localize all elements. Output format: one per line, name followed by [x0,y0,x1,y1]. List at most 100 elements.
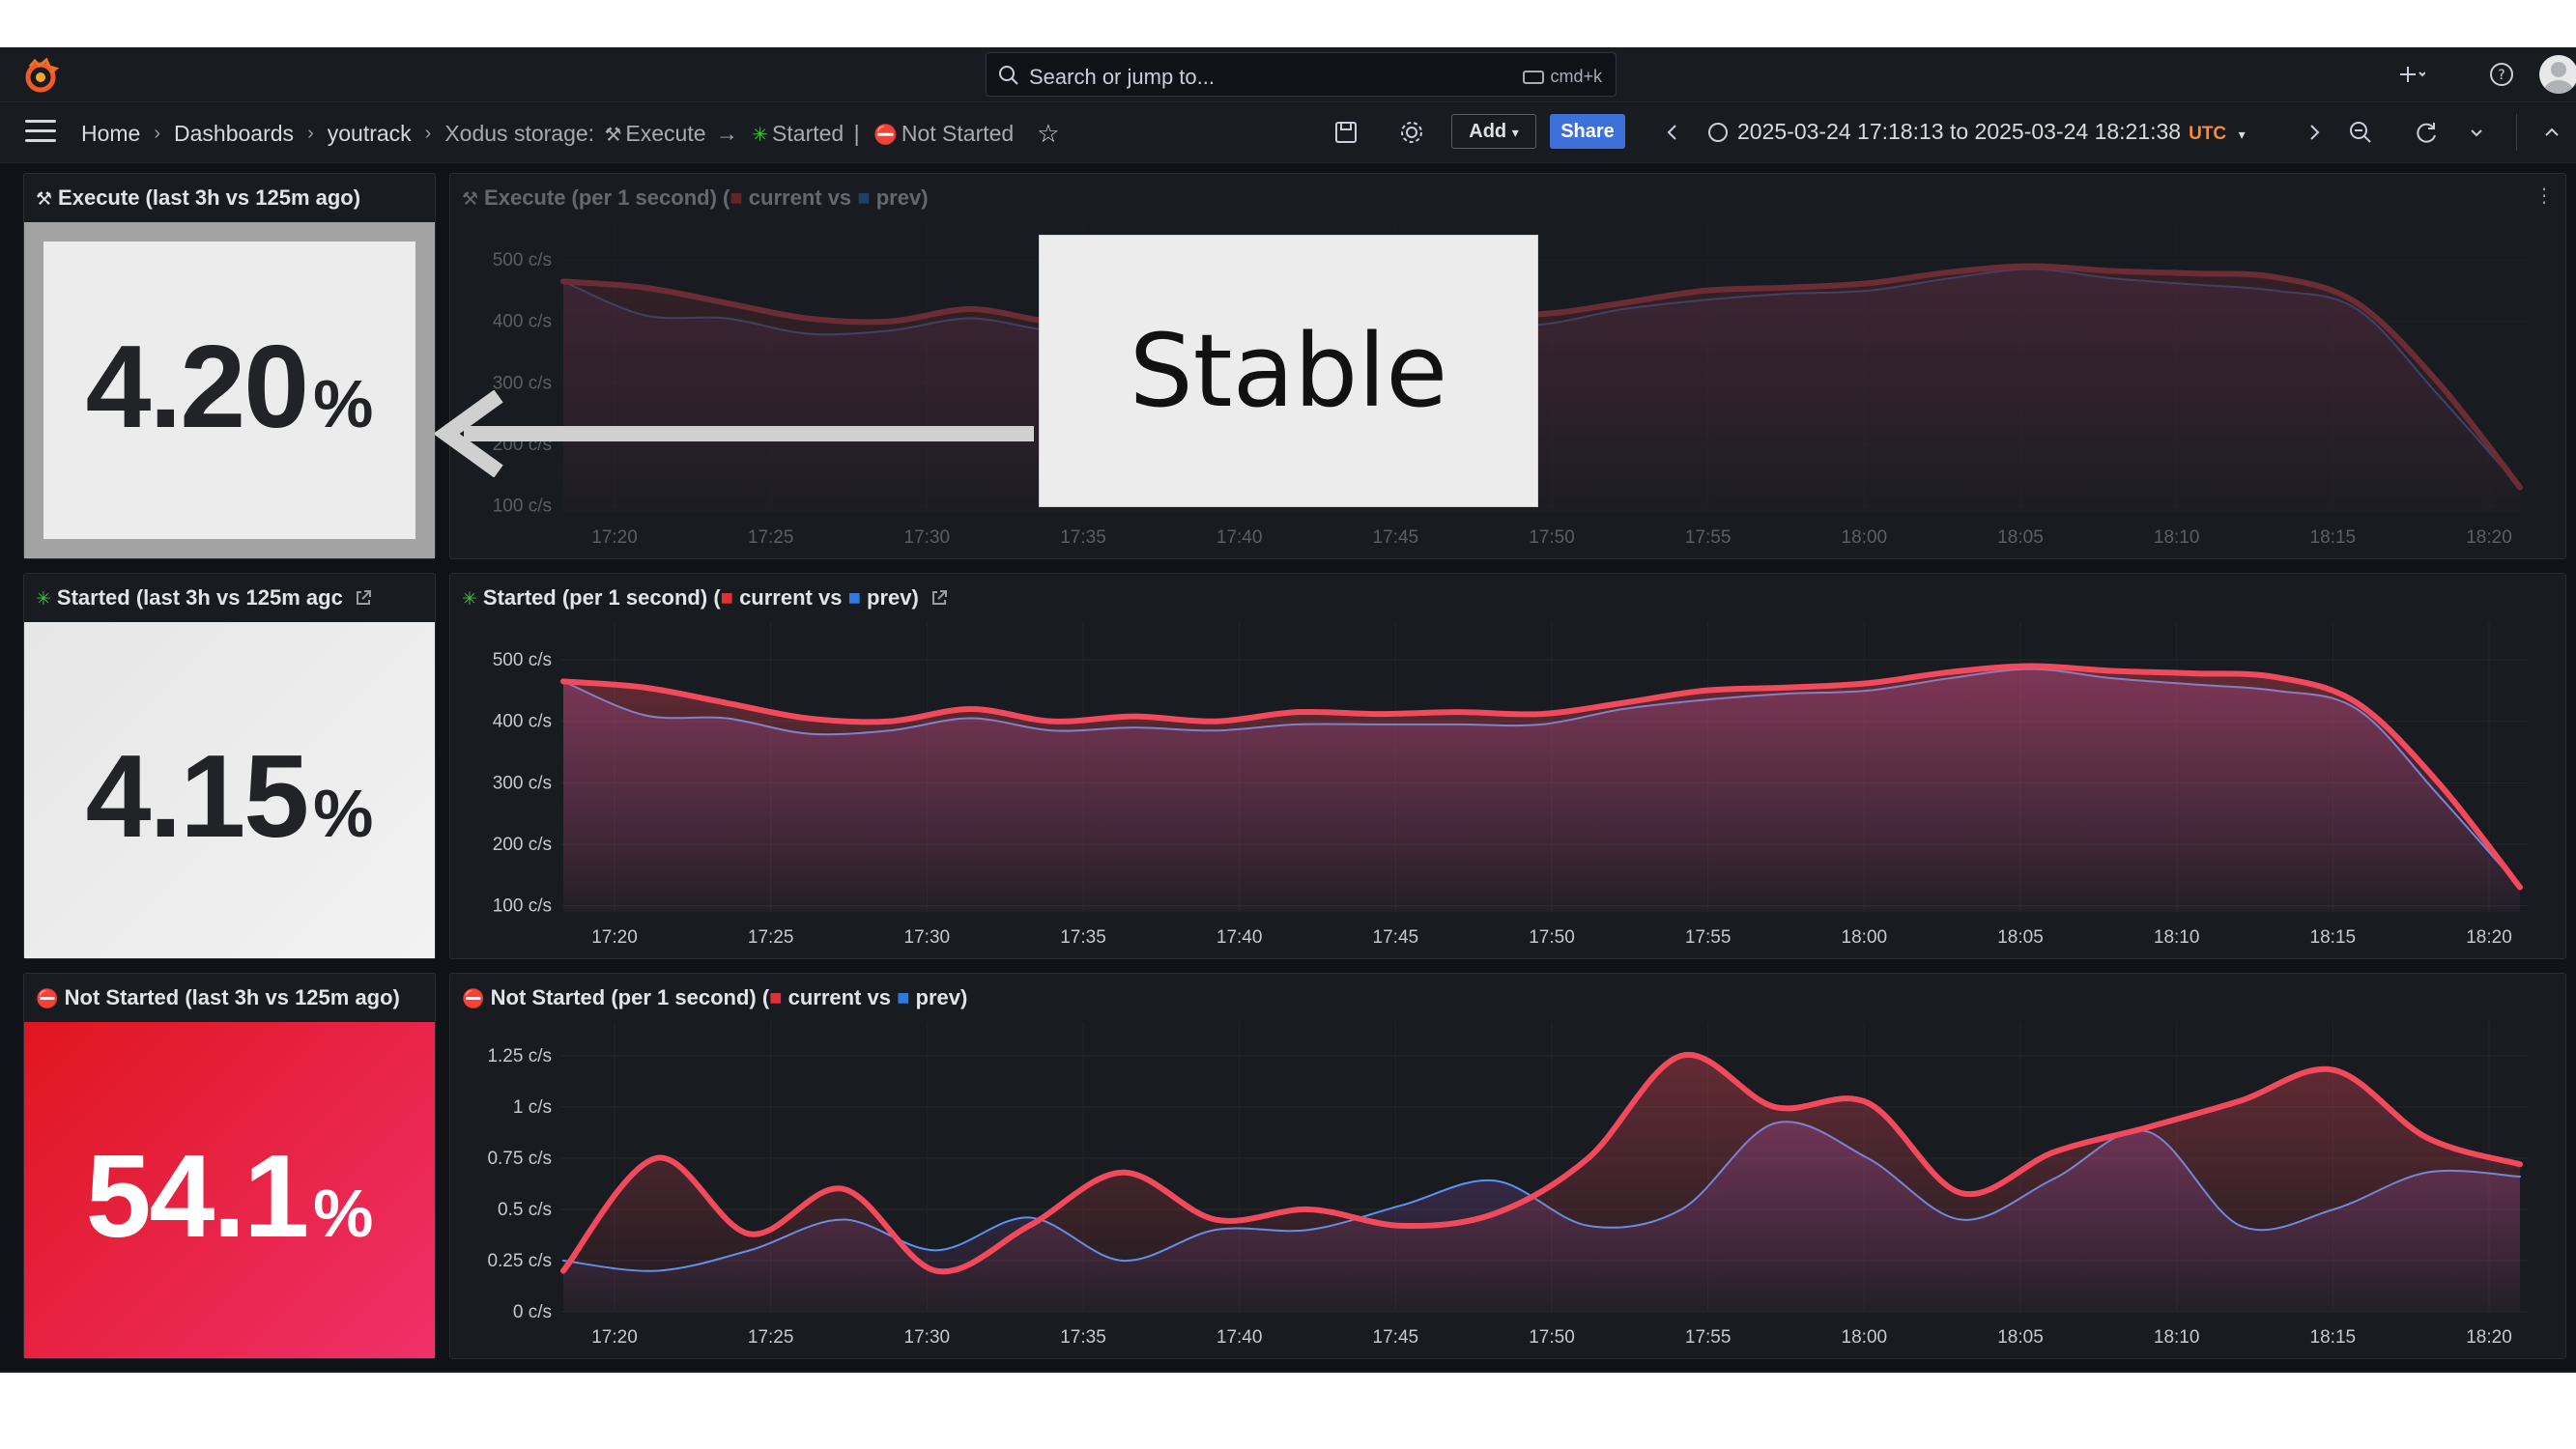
x-tick-label: 17:55 [1685,527,1732,548]
x-tick-label: 17:30 [904,527,951,548]
x-tick-label: 18:20 [2466,527,2512,548]
not-started-stat-panel[interactable]: ⛔ Not Started (last 3h vs 125m ago) 54.1% [23,973,436,1359]
breadcrumb-youtrack[interactable]: youtrack [328,121,412,147]
time-forward-icon[interactable] [2300,118,2329,147]
not-started-time-series-chart[interactable]: 0 c/s 0.25 c/s 0.5 c/s 0.75 c/s 1 c/s 1.25 c/… [450,974,2567,1360]
x-tick-label: 17:35 [1060,927,1106,948]
panel-title: ✳ Started (last 3h vs 125m agc [36,585,372,611]
grafana-app: Search or jump to... cmd+k ? Home › Dash… [0,47,2576,1373]
breadcrumb-started: Started [772,121,844,146]
collapse-chevron-up-icon[interactable] [2537,118,2566,147]
x-tick-label: 18:15 [2310,527,2357,548]
x-tick-label: 17:35 [1060,527,1106,548]
stat-background: 4.20% [24,222,435,558]
x-tick-label: 18:05 [1997,1327,2044,1348]
stat-number: 54.1 [85,1130,309,1262]
x-tick-label: 18:00 [1842,1327,1888,1348]
stat-number: 4.15 [85,730,309,862]
x-tick-label: 18:20 [2466,927,2512,948]
x-tick-label: 17:50 [1529,1327,1575,1348]
x-tick-label: 17:40 [1216,927,1263,948]
x-tick-label: 18:10 [2154,927,2200,948]
no-entry-icon: ⛔ [36,989,59,1009]
x-tick-label: 17:55 [1685,1327,1732,1348]
gear-icon[interactable] [1397,118,1426,147]
new-plus-icon[interactable] [2394,59,2425,90]
search-input[interactable]: Search or jump to... cmd+k [986,52,1617,97]
annotation-label: Stable [1039,235,1538,507]
save-icon[interactable] [1331,118,1360,147]
x-tick-label: 17:25 [748,527,794,548]
panel-menu-icon[interactable]: ⋮ [2534,184,2554,208]
breadcrumb-dashboards[interactable]: Dashboards [174,121,294,147]
grafana-logo-icon[interactable] [21,57,60,96]
x-tick-label: 17:25 [748,1327,794,1348]
stat-unit: % [313,776,374,851]
add-button[interactable]: Add ▾ [1451,114,1536,149]
started-stat-panel[interactable]: ✳ Started (last 3h vs 125m agc 4.15% [23,573,436,959]
next-row-edge [0,1371,2576,1373]
panel-title-text: Started (last 3h vs 125m agc [56,585,343,610]
y-tick-label: 1 c/s [513,1097,552,1118]
y-tick-label: 0.5 c/s [498,1200,552,1220]
x-tick-label: 17:55 [1685,927,1732,948]
execute-stat-panel[interactable]: ⚒ Execute (last 3h vs 125m ago) 4.20% [23,173,436,559]
share-button[interactable]: Share [1550,114,1625,149]
y-tick-label: 300 c/s [493,773,552,793]
y-tick-label: 0.75 c/s [487,1149,552,1169]
search-shortcut: cmd+k [1523,67,1602,87]
time-range-text: 2025-03-24 17:18:13 to 2025-03-24 18:21:… [1737,119,2182,144]
x-tick-label: 17:45 [1373,1327,1419,1348]
current-series-area [563,1054,2520,1312]
x-tick-label: 17:40 [1216,527,1263,548]
sparkle-icon: ✳ [36,589,51,610]
x-tick-label: 17:35 [1060,1327,1106,1348]
chevron-right-icon: › [154,123,161,144]
x-tick-label: 17:20 [591,927,638,948]
breadcrumb-not-started: Not Started [901,121,1015,146]
external-link-icon[interactable] [355,589,372,607]
arrow-right-icon: → [715,121,738,146]
annotation-arrow-icon [435,390,1034,477]
panel-title-text: Execute (last 3h vs 125m ago) [58,185,361,210]
y-tick-label: 400 c/s [493,312,552,332]
keyboard-icon [1523,71,1545,85]
y-tick-label: 0.25 c/s [487,1251,552,1271]
shortcut-label: cmd+k [1550,67,1602,86]
started-chart-panel[interactable]: ✳ Started (per 1 second) (■ current vs ■ … [449,573,2566,959]
panel-title: ⚒ Execute (last 3h vs 125m ago) [36,185,360,211]
stat-value: 4.20% [24,319,435,454]
x-tick-label: 18:15 [2310,1327,2357,1348]
search-icon [999,66,1018,85]
x-tick-label: 18:10 [2154,527,2200,548]
menu-icon[interactable] [25,120,56,145]
x-tick-label: 18:05 [1997,527,2044,548]
stat-value: 4.15% [24,728,435,864]
panel-title-text: Not Started (last 3h vs 125m ago) [64,985,400,1009]
y-tick-label: 200 c/s [493,835,552,855]
stat-number: 4.20 [85,321,309,452]
breadcrumb-home[interactable]: Home [81,121,140,147]
x-tick-label: 18:05 [1997,927,2044,948]
breadcrumb: Home › Dashboards › youtrack › Xodus sto… [81,119,1060,149]
divider [2516,114,2517,151]
refresh-icon[interactable] [2412,118,2441,147]
time-back-icon[interactable] [1658,118,1687,147]
chevron-right-icon: › [424,123,432,144]
user-avatar[interactable] [2539,55,2576,94]
breadcrumb-current: Xodus storage: ⚒ Execute → ✳ Started | ⛔ No… [444,121,1014,147]
zoom-out-icon[interactable] [2346,118,2375,147]
add-label: Add [1469,121,1507,142]
panel-title: ⛔ Not Started (last 3h vs 125m ago) [36,985,427,1010]
stat-value: 54.1% [24,1128,435,1264]
time-range-picker[interactable]: 2025-03-24 17:18:13 to 2025-03-24 18:21:… [1708,119,2246,145]
search-placeholder: Search or jump to... [1029,65,1215,89]
stat-background: 4.15% [24,622,435,958]
help-icon[interactable]: ? [2486,59,2517,90]
x-tick-label: 18:00 [1842,927,1888,948]
refresh-interval-chevron-icon[interactable] [2462,118,2491,147]
not-started-chart-panel[interactable]: ⛔ Not Started (per 1 second) (■ current v… [449,973,2566,1359]
started-time-series-chart[interactable]: 100 c/s 200 c/s 300 c/s 400 c/s 500 c/s 17:20… [450,574,2567,960]
star-icon[interactable]: ☆ [1037,119,1059,149]
x-tick-label: 18:00 [1842,527,1888,548]
